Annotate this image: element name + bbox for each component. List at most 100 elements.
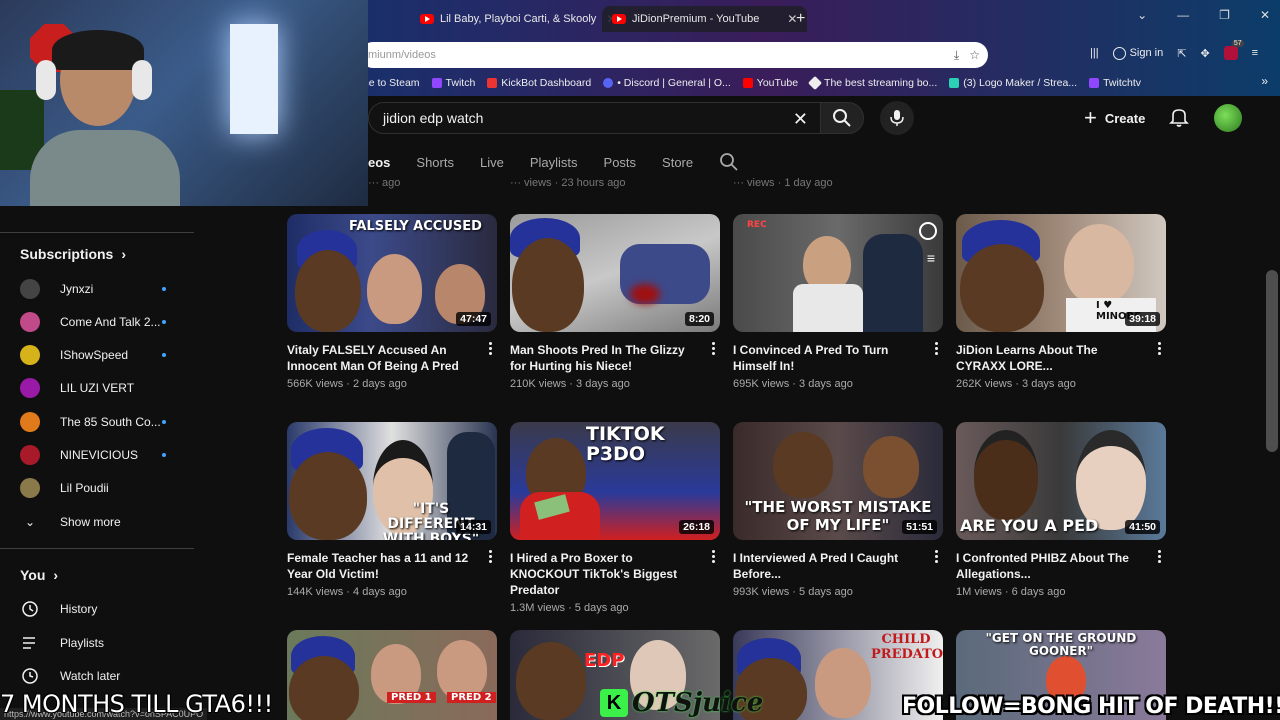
tab-label: JiDionPremium - YouTube [632, 13, 760, 25]
video-card[interactable]: REC ≡ I Convinced A Pred To Turn Himself… [733, 214, 943, 390]
stream-overlay-text-right: FOLLOW=BONG HIT OF DEATH!!! [902, 694, 1280, 719]
new-content-dot [162, 287, 166, 291]
signin-button[interactable]: Sign in [1112, 46, 1164, 60]
bookmark-kickbot[interactable]: KickBot Dashboard [487, 77, 591, 89]
address-bar[interactable]: miunm/videos ⤓ ☆ [360, 42, 988, 68]
video-thumbnail[interactable]: PRED 1 PRED 2 [287, 630, 497, 720]
show-more-button[interactable]: ⌄ Show more [20, 508, 180, 536]
tab-store[interactable]: Store [662, 155, 693, 170]
sidebar-sub-jynxzi[interactable]: Jynxzi [20, 275, 180, 303]
video-thumbnail[interactable]: "IT'S DIFFERENT WITH BOYS" 14:31 [287, 422, 497, 540]
share-icon[interactable]: ⇱ [1177, 47, 1186, 60]
video-title[interactable]: I Interviewed A Pred I Caught Before... [733, 550, 918, 582]
channel-avatar [20, 412, 40, 432]
video-card[interactable]: "THE WORST MISTAKE OF MY LIFE" 51:51 I I… [733, 422, 943, 598]
clear-search-icon[interactable]: ✕ [793, 109, 808, 130]
more-actions-icon[interactable] [1152, 342, 1166, 355]
tab-live[interactable]: Live [480, 155, 504, 170]
video-card[interactable]: "IT'S DIFFERENT WITH BOYS" 14:31 Female … [287, 422, 497, 598]
video-title[interactable]: Vitaly FALSELY Accused An Innocent Man O… [287, 342, 472, 374]
video-title[interactable]: Man Shoots Pred In The Glizzy for Hurtin… [510, 342, 695, 374]
restore-icon[interactable]: ❐ [1219, 8, 1230, 22]
watch-later-icon[interactable] [919, 222, 937, 240]
signin-label: Sign in [1129, 47, 1164, 59]
tab-posts[interactable]: Posts [604, 155, 637, 170]
browser-tab-jidion[interactable]: JiDionPremium - YouTube ✕ [602, 6, 808, 32]
voice-search-button[interactable] [880, 101, 914, 135]
bookmarks-overflow-icon[interactable]: » [1261, 74, 1268, 88]
more-actions-icon[interactable] [483, 550, 497, 563]
chevron-down-icon[interactable]: ⌄ [1137, 8, 1147, 22]
video-thumbnail[interactable]: "THE WORST MISTAKE OF MY LIFE" 51:51 [733, 422, 943, 540]
video-title[interactable]: Female Teacher has a 11 and 12 Year Old … [287, 550, 472, 582]
thumbnail-graphic [863, 234, 923, 332]
bookmark-streaming[interactable]: The best streaming bo... [807, 76, 937, 91]
tab-playlists[interactable]: Playlists [530, 155, 578, 170]
sidebar-divider [0, 548, 194, 549]
bookmark-logo-maker[interactable]: (3) Logo Maker / Strea... [949, 77, 1077, 89]
sidebar-item-history[interactable]: History [20, 595, 180, 623]
video-card[interactable]: FALSELY ACCUSED 47:47 Vitaly FALSELY Acc… [287, 214, 497, 390]
video-thumbnail[interactable]: TIKTOK P3DO 26:18 [510, 422, 720, 540]
video-thumbnail[interactable]: I ♥ MINORS 39:18 [956, 214, 1166, 332]
close-window-icon[interactable]: ✕ [1260, 8, 1270, 22]
bookmark-star-icon[interactable]: ☆ [969, 48, 980, 63]
sidebar-sub-85-south[interactable]: The 85 South Co... [20, 408, 180, 436]
bookmark-youtube[interactable]: YouTube [742, 77, 798, 89]
sidebar-sub-lil-poudii[interactable]: Lil Poudii [20, 474, 180, 502]
more-actions-icon[interactable] [1152, 550, 1166, 563]
sidebar-item-watch-later[interactable]: Watch later [20, 662, 180, 690]
video-meta: 1.3M views · 5 days ago [510, 602, 629, 614]
more-actions-icon[interactable] [483, 342, 497, 355]
sidebar-sub-ninevicious[interactable]: NINEVICIOUS [20, 441, 180, 469]
video-thumbnail[interactable]: REC ≡ [733, 214, 943, 332]
video-thumbnail[interactable]: ARE YOU A PED 41:50 [956, 422, 1166, 540]
search-input[interactable]: jidion edp watch ✕ [368, 102, 820, 134]
more-actions-icon[interactable] [929, 342, 943, 355]
notifications-button[interactable] [1168, 106, 1190, 133]
channel-search-icon[interactable] [719, 152, 739, 172]
video-title[interactable]: I Convinced A Pred To Turn Himself In! [733, 342, 918, 374]
you-header[interactable]: You › [20, 567, 58, 583]
more-actions-icon[interactable] [706, 550, 720, 563]
video-card[interactable]: ARE YOU A PED 41:50 I Confronted PHIBZ A… [956, 422, 1166, 598]
video-title[interactable]: I Confronted PHIBZ About The Allegations… [956, 550, 1141, 582]
video-card[interactable]: TIKTOK P3DO 26:18 I Hired a Pro Boxer to… [510, 422, 720, 614]
more-actions-icon[interactable] [929, 550, 943, 563]
account-avatar[interactable] [1214, 104, 1242, 132]
video-duration: 39:18 [1125, 312, 1160, 326]
bookmark-steam[interactable]: me to Steam [360, 77, 420, 89]
new-tab-button[interactable]: + [796, 6, 805, 32]
sidebar-item-playlists[interactable]: Playlists [20, 629, 180, 657]
video-thumbnail[interactable]: FALSELY ACCUSED 47:47 [287, 214, 497, 332]
video-title[interactable]: I Hired a Pro Boxer to KNOCKOUT TikTok's… [510, 550, 695, 598]
tab-videos[interactable]: eos [368, 155, 390, 170]
bookmark-twitchtv[interactable]: Twitchtv [1089, 77, 1141, 89]
sidebar-sub-come-and-talk[interactable]: Come And Talk 2... [20, 308, 180, 336]
library-icon[interactable]: ||| [1090, 47, 1099, 59]
search-button[interactable] [820, 102, 864, 134]
kickbot-icon [487, 78, 498, 89]
bookmark-twitch[interactable]: Twitch [431, 77, 475, 89]
bookmark-discord[interactable]: • Discord | General | O... [603, 77, 731, 89]
video-thumbnail[interactable]: 8:20 [510, 214, 720, 332]
video-duration: 47:47 [456, 312, 491, 326]
create-button[interactable]: + Create [1076, 104, 1153, 132]
page-scrollbar[interactable] [1266, 270, 1278, 452]
video-title[interactable]: JiDion Learns About The CYRAXX LORE... [956, 342, 1141, 374]
minimize-icon[interactable]: — [1177, 8, 1189, 22]
thumbnail-graphic [512, 238, 584, 332]
extension-ublock-icon[interactable]: 57 [1223, 40, 1244, 60]
sidebar-sub-lil-uzi-vert[interactable]: LIL UZI VERT [20, 374, 180, 402]
add-to-queue-icon[interactable]: ≡ [927, 250, 935, 266]
more-actions-icon[interactable] [706, 342, 720, 355]
menu-icon[interactable]: ≡ [1252, 47, 1258, 59]
tab-shorts[interactable]: Shorts [416, 155, 454, 170]
subscriptions-header[interactable]: Subscriptions › [20, 246, 126, 262]
video-card[interactable]: I ♥ MINORS 39:18 JiDion Learns About The… [956, 214, 1166, 390]
extensions-icon[interactable]: ✥ [1200, 47, 1209, 60]
video-card[interactable]: 8:20 Man Shoots Pred In The Glizzy for H… [510, 214, 720, 390]
install-app-icon[interactable]: ⤓ [954, 48, 959, 63]
browser-tab-music[interactable]: Lil Baby, Playboi Carti, & Skooly ✕ [420, 6, 616, 32]
sidebar-sub-ishowspeed[interactable]: IShowSpeed [20, 341, 180, 369]
